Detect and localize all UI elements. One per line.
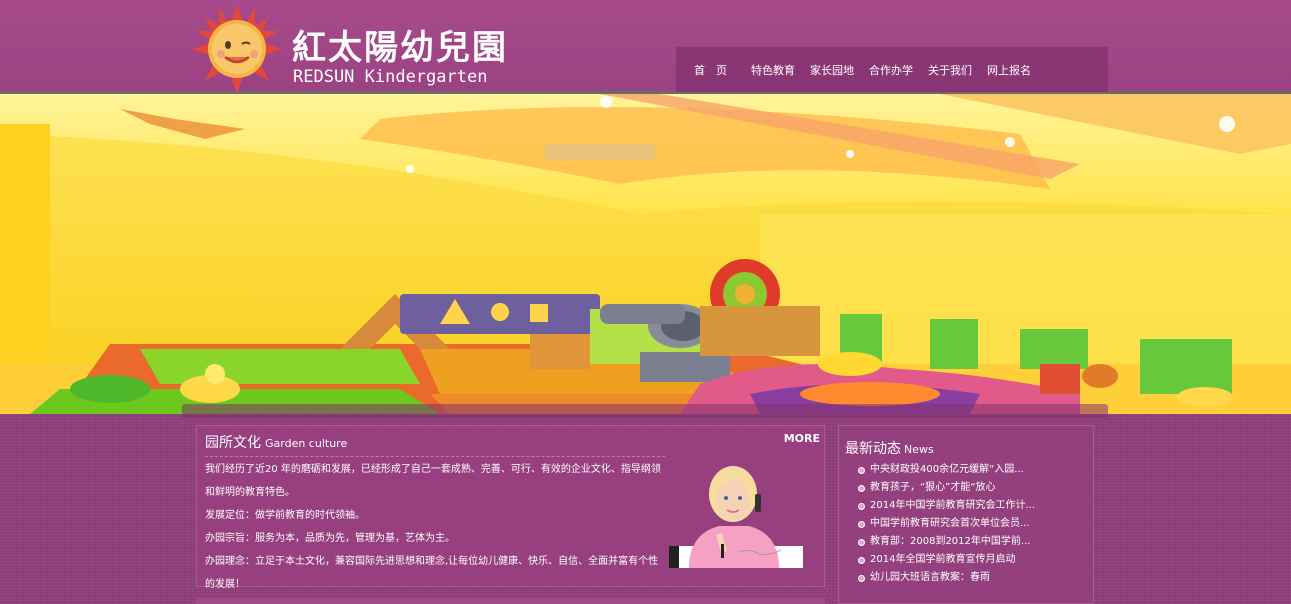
news-item-title[interactable]: 中国学前教育研究会首次单位会员... bbox=[870, 515, 1030, 533]
bullet-icon bbox=[858, 466, 865, 474]
bullet-icon bbox=[858, 502, 865, 510]
playroom-banner-image bbox=[0, 94, 1291, 414]
news-item[interactable]: 中央财政投400余亿元缓解“入园... bbox=[858, 461, 1035, 479]
news-item[interactable]: 教育孩子，“狠心”才能“放心 bbox=[858, 479, 1035, 497]
more-link[interactable]: MORE bbox=[784, 432, 820, 445]
site-header: 紅太陽幼兒園 REDSUN Kindergarten 首 页 特色教育 家长园地… bbox=[0, 0, 1291, 94]
nav-item-cooperation[interactable]: 合作办学 bbox=[862, 62, 920, 78]
bullet-icon bbox=[858, 556, 865, 564]
site-logo-title[interactable]: 紅太陽幼兒園 bbox=[292, 20, 508, 69]
lower-panel-edge bbox=[196, 598, 825, 604]
culture-paragraph: 办园宗旨：服务为本，品质为先，管理为基，艺体为主。 bbox=[205, 533, 455, 544]
bullet-icon bbox=[858, 538, 865, 546]
news-item-title[interactable]: 2014年全国学前教育宣传月启动 bbox=[870, 551, 1015, 569]
culture-title: 园所文化 bbox=[205, 435, 261, 451]
culture-paragraph: 办园理念：立足于本土文化，兼容国际先进思想和理念,让每位幼儿健康、快乐、自信、全… bbox=[205, 556, 659, 590]
news-item[interactable]: 幼儿园大班语言教案：春雨 bbox=[858, 569, 1035, 587]
news-item-title[interactable]: 教育孩子，“狠心”才能“放心 bbox=[870, 479, 996, 497]
panel-top-strip bbox=[182, 404, 1108, 418]
girl-drawing-photo bbox=[669, 466, 803, 568]
culture-title-en: Garden culture bbox=[265, 437, 348, 450]
main-nav: 首 页 特色教育 家长园地 合作办学 关于我们 网上报名 bbox=[676, 47, 1108, 92]
news-list: 中央财政投400余亿元缓解“入园... 教育孩子，“狠心”才能“放心 2014年… bbox=[858, 461, 1035, 587]
hero-banner[interactable] bbox=[0, 94, 1291, 414]
nav-item-parents[interactable]: 家长园地 bbox=[803, 62, 861, 78]
bullet-icon bbox=[858, 574, 865, 582]
culture-paragraph: 我们经历了近20 年的磨砺和发展，已经形成了自己一套成熟、完善、可行、有效的企业… bbox=[205, 464, 661, 498]
nav-item-home[interactable]: 首 页 bbox=[687, 62, 734, 78]
sun-logo-icon[interactable] bbox=[192, 4, 282, 94]
news-item[interactable]: 教育部：2008到2012年中国学前... bbox=[858, 533, 1035, 551]
news-title: 最新动态 bbox=[845, 441, 901, 457]
news-item[interactable]: 2014年全国学前教育宣传月启动 bbox=[858, 551, 1035, 569]
news-heading: 最新动态 News bbox=[845, 438, 934, 458]
nav-item-about-us[interactable]: 关于我们 bbox=[921, 62, 979, 78]
nav-item-online-registration[interactable]: 网上报名 bbox=[980, 62, 1038, 78]
culture-text: 我们经历了近20 年的磨砺和发展，已经形成了自己一套成熟、完善、可行、有效的企业… bbox=[205, 458, 667, 596]
news-item-title[interactable]: 教育部：2008到2012年中国学前... bbox=[870, 533, 1030, 551]
site-logo-subtitle[interactable]: REDSUN Kindergarten bbox=[293, 67, 487, 87]
news-item-title[interactable]: 中央财政投400余亿元缓解“入园... bbox=[870, 461, 1024, 479]
news-panel: 最新动态 News 中央财政投400余亿元缓解“入园... 教育孩子，“狠心”才能… bbox=[838, 425, 1094, 604]
bullet-icon bbox=[858, 520, 865, 528]
news-title-en: News bbox=[904, 443, 934, 456]
culture-divider bbox=[205, 456, 665, 457]
culture-heading: 园所文化 Garden culture bbox=[205, 432, 347, 452]
news-item[interactable]: 2014年中国学前教育研究会工作计... bbox=[858, 497, 1035, 515]
news-item-title[interactable]: 2014年中国学前教育研究会工作计... bbox=[870, 497, 1035, 515]
news-item-title[interactable]: 幼儿园大班语言教案：春雨 bbox=[870, 569, 990, 587]
bullet-icon bbox=[858, 484, 865, 492]
garden-culture-panel: 园所文化 Garden culture MORE 我们经历了近20 年的磨砺和发展… bbox=[196, 425, 825, 590]
culture-paragraph: 发展定位：做学前教育的时代领袖。 bbox=[205, 510, 365, 521]
news-item[interactable]: 中国学前教育研究会首次单位会员... bbox=[858, 515, 1035, 533]
nav-item-special-education[interactable]: 特色教育 bbox=[744, 62, 802, 78]
